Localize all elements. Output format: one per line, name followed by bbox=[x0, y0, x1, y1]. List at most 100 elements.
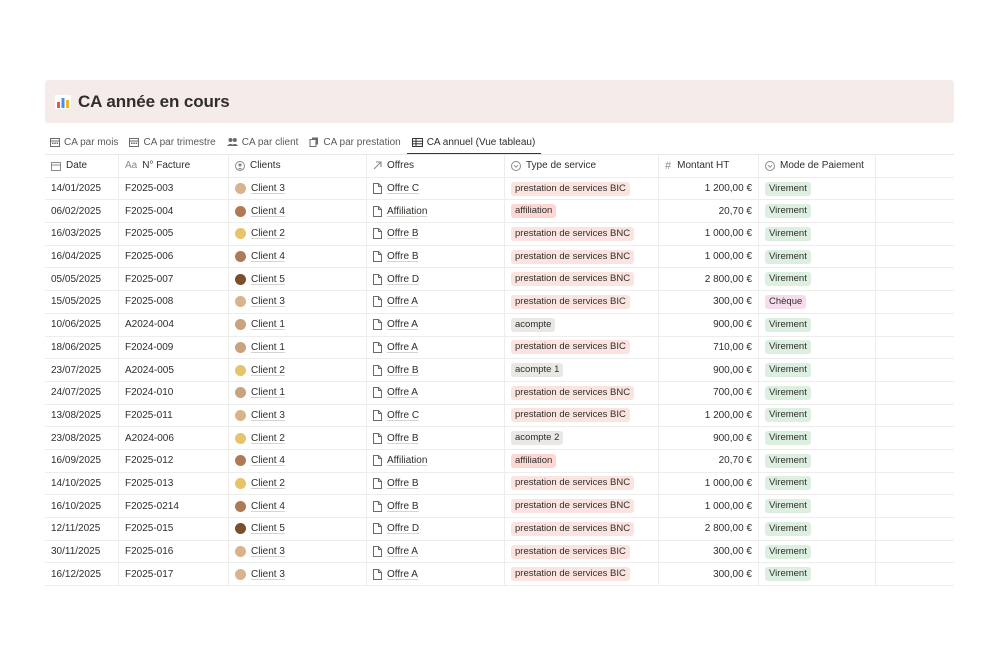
tab-ca-annuel[interactable]: CA annuel (Vue tableau) bbox=[406, 130, 542, 155]
cell-client[interactable]: Client 2 bbox=[229, 359, 367, 381]
cell-montant[interactable]: 1 000,00 € bbox=[659, 245, 759, 268]
cell-montant[interactable]: 900,00 € bbox=[659, 313, 759, 336]
cell-montant[interactable]: 300,00 € bbox=[659, 540, 759, 563]
cell-type[interactable]: prestation de services BNC bbox=[505, 472, 659, 495]
cell-date[interactable]: 16/12/2025 bbox=[45, 563, 119, 586]
cell-mode[interactable]: Virement bbox=[759, 268, 876, 291]
cell-client[interactable]: Client 2 bbox=[229, 427, 367, 449]
column-header-facture[interactable]: Aa N° Facture bbox=[119, 155, 229, 177]
cell-facture[interactable]: F2025-012 bbox=[119, 449, 229, 472]
cell-client[interactable]: Client 3 bbox=[229, 291, 367, 313]
cell-offre[interactable]: Offre B bbox=[367, 495, 505, 517]
cell-client[interactable]: Client 5 bbox=[229, 518, 367, 540]
cell-mode[interactable]: Virement bbox=[759, 381, 876, 404]
cell-mode[interactable]: Virement bbox=[759, 404, 876, 427]
cell-date[interactable]: 23/07/2025 bbox=[45, 359, 119, 381]
cell-montant[interactable]: 300,00 € bbox=[659, 563, 759, 586]
cell-montant[interactable]: 300,00 € bbox=[659, 291, 759, 313]
cell-date[interactable]: 24/07/2025 bbox=[45, 381, 119, 404]
cell-mode[interactable]: Virement bbox=[759, 313, 876, 336]
cell-offre[interactable]: Offre B bbox=[367, 245, 505, 268]
cell-facture[interactable]: F2025-011 bbox=[119, 404, 229, 427]
table-row[interactable]: 16/09/2025 F2025-012 Client 4 Affiliation af… bbox=[45, 449, 954, 473]
cell-type[interactable]: prestation de services BIC bbox=[505, 177, 659, 200]
table-row[interactable]: 15/05/2025 F2025-008 Client 3 Offre A presta… bbox=[45, 291, 954, 314]
cell-date[interactable]: 16/09/2025 bbox=[45, 449, 119, 472]
cell-client[interactable]: Client 3 bbox=[229, 177, 367, 200]
column-header-montant[interactable]: # Montant HT bbox=[659, 155, 759, 177]
cell-mode[interactable]: Virement bbox=[759, 427, 876, 449]
table-row[interactable]: 10/06/2025 A2024-004 Client 1 Offre A acompt… bbox=[45, 313, 954, 337]
cell-type[interactable]: prestation de services BIC bbox=[505, 291, 659, 313]
column-header-date[interactable]: Date bbox=[45, 155, 119, 177]
cell-montant[interactable]: 1 000,00 € bbox=[659, 472, 759, 495]
cell-date[interactable]: 16/10/2025 bbox=[45, 495, 119, 517]
cell-type[interactable]: prestation de services BIC bbox=[505, 336, 659, 359]
cell-date[interactable]: 18/06/2025 bbox=[45, 336, 119, 359]
cell-offre[interactable]: Offre A bbox=[367, 563, 505, 586]
cell-facture[interactable]: F2025-004 bbox=[119, 200, 229, 223]
cell-facture[interactable]: F2025-007 bbox=[119, 268, 229, 291]
cell-montant[interactable]: 20,70 € bbox=[659, 449, 759, 472]
cell-mode[interactable]: Virement bbox=[759, 336, 876, 359]
cell-date[interactable]: 30/11/2025 bbox=[45, 540, 119, 563]
cell-montant[interactable]: 710,00 € bbox=[659, 336, 759, 359]
cell-mode[interactable]: Chèque bbox=[759, 291, 876, 313]
cell-mode[interactable]: Virement bbox=[759, 495, 876, 517]
cell-mode[interactable]: Virement bbox=[759, 223, 876, 245]
cell-offre[interactable]: Offre A bbox=[367, 381, 505, 404]
table-row[interactable]: 18/06/2025 F2024-009 Client 1 Offre A presta… bbox=[45, 336, 954, 360]
cell-type[interactable]: prestation de services BNC bbox=[505, 268, 659, 291]
cell-date[interactable]: 10/06/2025 bbox=[45, 313, 119, 336]
cell-montant[interactable]: 2 800,00 € bbox=[659, 268, 759, 291]
column-header-type[interactable]: Type de service bbox=[505, 155, 659, 177]
cell-type[interactable]: prestation de services BNC bbox=[505, 495, 659, 517]
cell-montant[interactable]: 900,00 € bbox=[659, 359, 759, 381]
cell-type[interactable]: prestation de services BIC bbox=[505, 540, 659, 563]
cell-date[interactable]: 16/03/2025 bbox=[45, 223, 119, 245]
table-row[interactable]: 24/07/2025 F2024-010 Client 1 Offre A presta… bbox=[45, 381, 954, 405]
cell-facture[interactable]: F2025-016 bbox=[119, 540, 229, 563]
cell-facture[interactable]: F2025-0214 bbox=[119, 495, 229, 517]
tab-ca-par-prestation[interactable]: CA par prestation bbox=[304, 130, 406, 154]
cell-mode[interactable]: Virement bbox=[759, 540, 876, 563]
cell-client[interactable]: Client 2 bbox=[229, 223, 367, 245]
cell-client[interactable]: Client 3 bbox=[229, 404, 367, 427]
cell-type[interactable]: acompte bbox=[505, 313, 659, 336]
table-row[interactable]: 14/01/2025 F2025-003 Client 3 Offre C presta… bbox=[45, 177, 954, 201]
column-header-mode[interactable]: Mode de Paiement bbox=[759, 155, 876, 177]
cell-mode[interactable]: Virement bbox=[759, 359, 876, 381]
cell-montant[interactable]: 20,70 € bbox=[659, 200, 759, 223]
cell-montant[interactable]: 1 000,00 € bbox=[659, 223, 759, 245]
cell-client[interactable]: Client 1 bbox=[229, 381, 367, 404]
cell-offre[interactable]: Offre B bbox=[367, 472, 505, 495]
cell-type[interactable]: affiliation bbox=[505, 200, 659, 223]
cell-client[interactable]: Client 4 bbox=[229, 245, 367, 268]
cell-montant[interactable]: 1 000,00 € bbox=[659, 495, 759, 517]
cell-type[interactable]: prestation de services BNC bbox=[505, 518, 659, 540]
cell-offre[interactable]: Offre A bbox=[367, 313, 505, 336]
cell-mode[interactable]: Virement bbox=[759, 245, 876, 268]
cell-client[interactable]: Client 4 bbox=[229, 449, 367, 472]
table-row[interactable]: 30/11/2025 F2025-016 Client 3 Offre A presta… bbox=[45, 540, 954, 564]
cell-date[interactable]: 05/05/2025 bbox=[45, 268, 119, 291]
cell-facture[interactable]: F2025-017 bbox=[119, 563, 229, 586]
cell-offre[interactable]: Offre A bbox=[367, 540, 505, 563]
cell-offre[interactable]: Offre B bbox=[367, 223, 505, 245]
table-row[interactable]: 16/10/2025 F2025-0214 Client 4 Offre B prest… bbox=[45, 495, 954, 518]
cell-type[interactable]: prestation de services BNC bbox=[505, 381, 659, 404]
cell-mode[interactable]: Virement bbox=[759, 449, 876, 472]
cell-type[interactable]: prestation de services BIC bbox=[505, 404, 659, 427]
cell-mode[interactable]: Virement bbox=[759, 177, 876, 200]
cell-facture[interactable]: F2024-010 bbox=[119, 381, 229, 404]
cell-date[interactable]: 23/08/2025 bbox=[45, 427, 119, 449]
cell-offre[interactable]: Offre A bbox=[367, 336, 505, 359]
table-row[interactable]: 16/12/2025 F2025-017 Client 3 Offre A presta… bbox=[45, 563, 954, 587]
cell-offre[interactable]: Affiliation bbox=[367, 449, 505, 472]
cell-offre[interactable]: Offre D bbox=[367, 268, 505, 291]
cell-facture[interactable]: F2025-013 bbox=[119, 472, 229, 495]
table-row[interactable]: 16/04/2025 F2025-006 Client 4 Offre B presta… bbox=[45, 245, 954, 269]
table-row[interactable]: 23/08/2025 A2024-006 Client 2 Offre B acompt… bbox=[45, 427, 954, 450]
tab-ca-par-trimestre[interactable]: CA par trimestre bbox=[124, 130, 221, 154]
cell-offre[interactable]: Offre D bbox=[367, 518, 505, 540]
